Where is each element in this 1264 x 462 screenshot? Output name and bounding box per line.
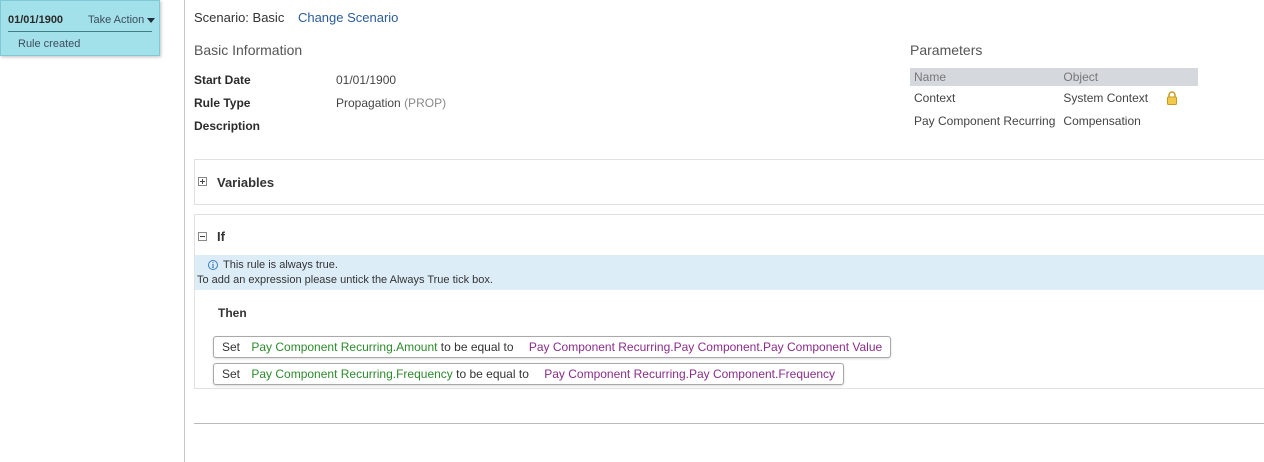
then-label: Then [218, 306, 247, 320]
main-content: Scenario: Basic Change Scenario Basic In… [194, 0, 1264, 462]
bottom-divider [194, 423, 1264, 424]
history-note: Rule created [18, 38, 81, 50]
rule-type-value: Propagation [336, 96, 401, 110]
description-label: Description [194, 119, 261, 133]
set-keyword: Set [222, 367, 241, 381]
rule-field[interactable]: Pay Component Recurring.Amount [251, 340, 437, 354]
param-object: Compensation [1063, 113, 1141, 128]
always-true-banner: i This rule is always true. To add an ex… [195, 255, 1264, 290]
start-date-label: Start Date [194, 73, 251, 87]
expand-plus-icon[interactable] [198, 177, 207, 186]
lock-icon [1167, 91, 1177, 105]
column-header-name: Name [910, 68, 1060, 86]
start-date-value: 01/01/1900 [336, 73, 397, 87]
basic-information-title: Basic Information [194, 42, 303, 58]
banner-line-2: To add an expression please untick the A… [197, 274, 493, 286]
lock-cell [1162, 86, 1198, 109]
parameters-header-row: Name Object [910, 68, 1198, 86]
history-card[interactable]: 01/01/1900 Take Action Rule created [0, 0, 160, 56]
parameters-title: Parameters [910, 42, 983, 58]
table-row: Context System Context [910, 86, 1198, 109]
param-name: Context [914, 90, 956, 105]
column-header-object: Object [1059, 68, 1162, 86]
lock-cell [1162, 109, 1198, 132]
param-object: System Context [1063, 90, 1149, 105]
rule-type-code: (PROP) [404, 96, 447, 110]
take-action-menu[interactable]: Take Action [88, 14, 156, 26]
variables-label[interactable]: Variables [217, 175, 274, 190]
column-header-lock [1162, 68, 1198, 86]
if-panel: If i This rule is always true. To add an… [194, 214, 1264, 389]
set-keyword: Set [222, 340, 241, 354]
rule-expression-frequency[interactable]: Set Pay Component Recurring.Frequency to… [213, 363, 845, 385]
caret-down-icon [147, 17, 156, 23]
take-action-label: Take Action [88, 14, 145, 26]
rule-target[interactable]: Pay Component Recurring.Pay Component.Fr… [544, 367, 835, 381]
history-date: 01/01/1900 [8, 14, 64, 26]
param-name: Pay Component Recurring [914, 113, 1056, 128]
rule-expression-amount[interactable]: Set Pay Component Recurring.Amount to be… [213, 336, 892, 358]
collapse-minus-icon[interactable] [198, 232, 207, 241]
parameters-table: Name Object Context System Context Pay C… [910, 68, 1198, 132]
banner-line-1: This rule is always true. [223, 259, 338, 271]
if-label[interactable]: If [217, 229, 225, 244]
rule-type-value-wrap: Propagation (PROP) [336, 96, 446, 110]
info-icon: i [208, 260, 218, 270]
scenario-label: Scenario: Basic [194, 10, 285, 25]
rule-operator: to be equal to [440, 340, 514, 354]
history-divider [8, 31, 152, 32]
change-scenario-link[interactable]: Change Scenario [298, 10, 398, 25]
table-row: Pay Component Recurring Compensation [910, 109, 1198, 132]
history-panel: 01/01/1900 Take Action Rule created [0, 0, 185, 462]
rule-type-label: Rule Type [194, 96, 251, 110]
rule-target[interactable]: Pay Component Recurring.Pay Component.Pa… [529, 340, 882, 354]
rule-field[interactable]: Pay Component Recurring.Frequency [251, 367, 452, 381]
scenario-bar: Scenario: Basic Change Scenario [194, 10, 398, 25]
variables-panel: Variables [194, 159, 1264, 205]
rule-operator: to be equal to [456, 367, 529, 381]
